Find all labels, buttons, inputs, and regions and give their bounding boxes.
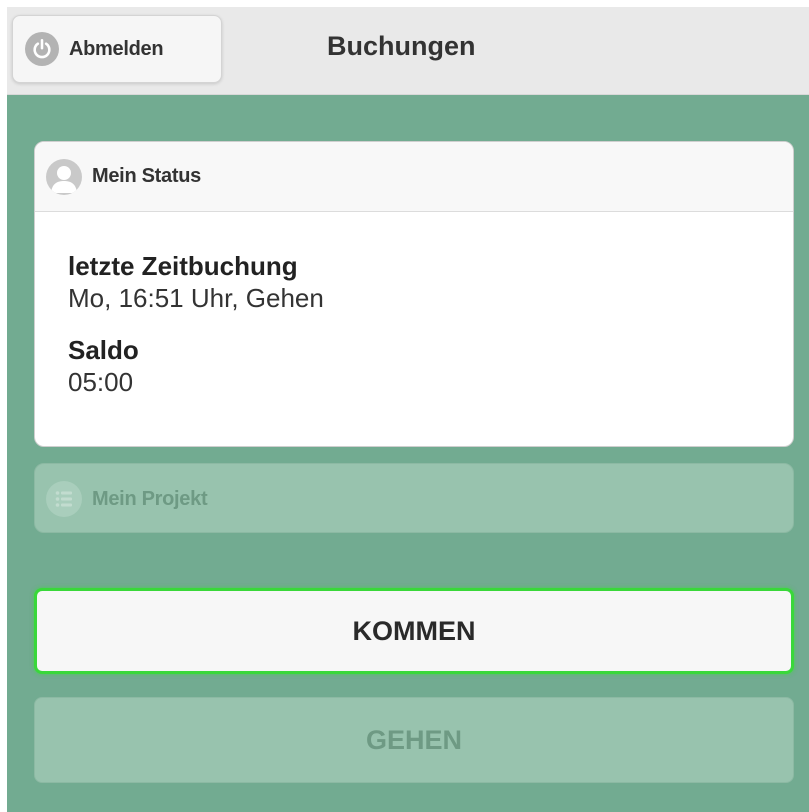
status-panel-title: Mein Status: [92, 165, 201, 187]
project-panel-title: Mein Projekt: [92, 487, 208, 510]
app-screen: Abmelden Buchungen Mein Status letzte Ze…: [7, 7, 809, 812]
logout-label: Abmelden: [69, 37, 164, 60]
status-body: letzte Zeitbuchung Mo, 16:51 Uhr, Gehen …: [35, 212, 793, 398]
last-booking-value: Mo, 16:51 Uhr, Gehen: [68, 283, 324, 313]
user-icon: [46, 158, 82, 195]
status-panel: Mein Status letzte Zeitbuchung Mo, 16:51…: [34, 141, 794, 447]
power-icon: [25, 32, 59, 66]
project-panel: Mein Projekt: [34, 463, 794, 533]
list-icon: [46, 481, 82, 517]
project-panel-header[interactable]: Mein Projekt: [35, 464, 793, 532]
logout-button[interactable]: Abmelden: [12, 15, 222, 83]
page-title: Buchungen: [327, 31, 476, 61]
last-booking-label: letzte Zeitbuchung: [68, 251, 298, 281]
field-spacer: [68, 314, 793, 334]
balance-value: 05:00: [68, 367, 134, 397]
balance-label: Saldo: [68, 335, 139, 365]
header-bar: Abmelden Buchungen: [7, 7, 809, 95]
kommen-button[interactable]: KOMMEN: [34, 588, 794, 674]
gehen-button[interactable]: GEHEN: [34, 697, 794, 783]
status-panel-header[interactable]: Mein Status: [35, 142, 793, 212]
